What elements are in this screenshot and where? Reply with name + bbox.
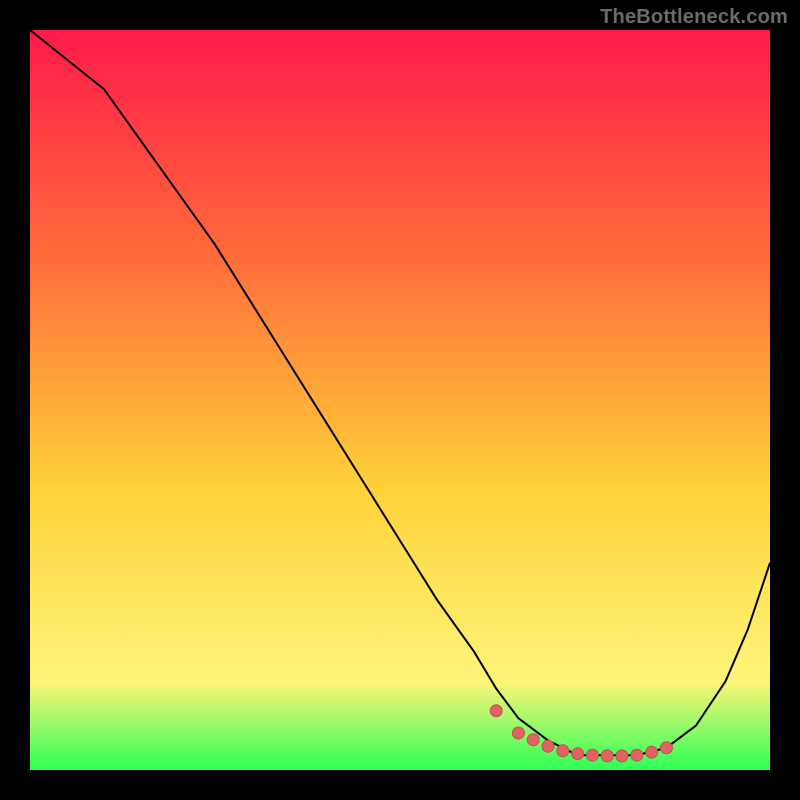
- highlight-dot: [557, 745, 569, 757]
- highlight-dot: [512, 727, 524, 739]
- plot-area: [30, 30, 770, 770]
- highlight-dot: [601, 750, 613, 762]
- highlight-dot: [586, 749, 598, 761]
- plot-svg: [30, 30, 770, 770]
- highlight-dot: [490, 705, 502, 717]
- watermark-text: TheBottleneck.com: [600, 6, 788, 29]
- highlight-dot: [616, 750, 628, 762]
- highlight-dot: [660, 742, 672, 754]
- chart-stage: TheBottleneck.com: [0, 0, 800, 800]
- highlight-dot: [542, 740, 554, 752]
- highlight-dot: [572, 748, 584, 760]
- highlight-dot: [631, 749, 643, 761]
- highlight-dot: [527, 734, 539, 746]
- highlight-dot: [646, 746, 658, 758]
